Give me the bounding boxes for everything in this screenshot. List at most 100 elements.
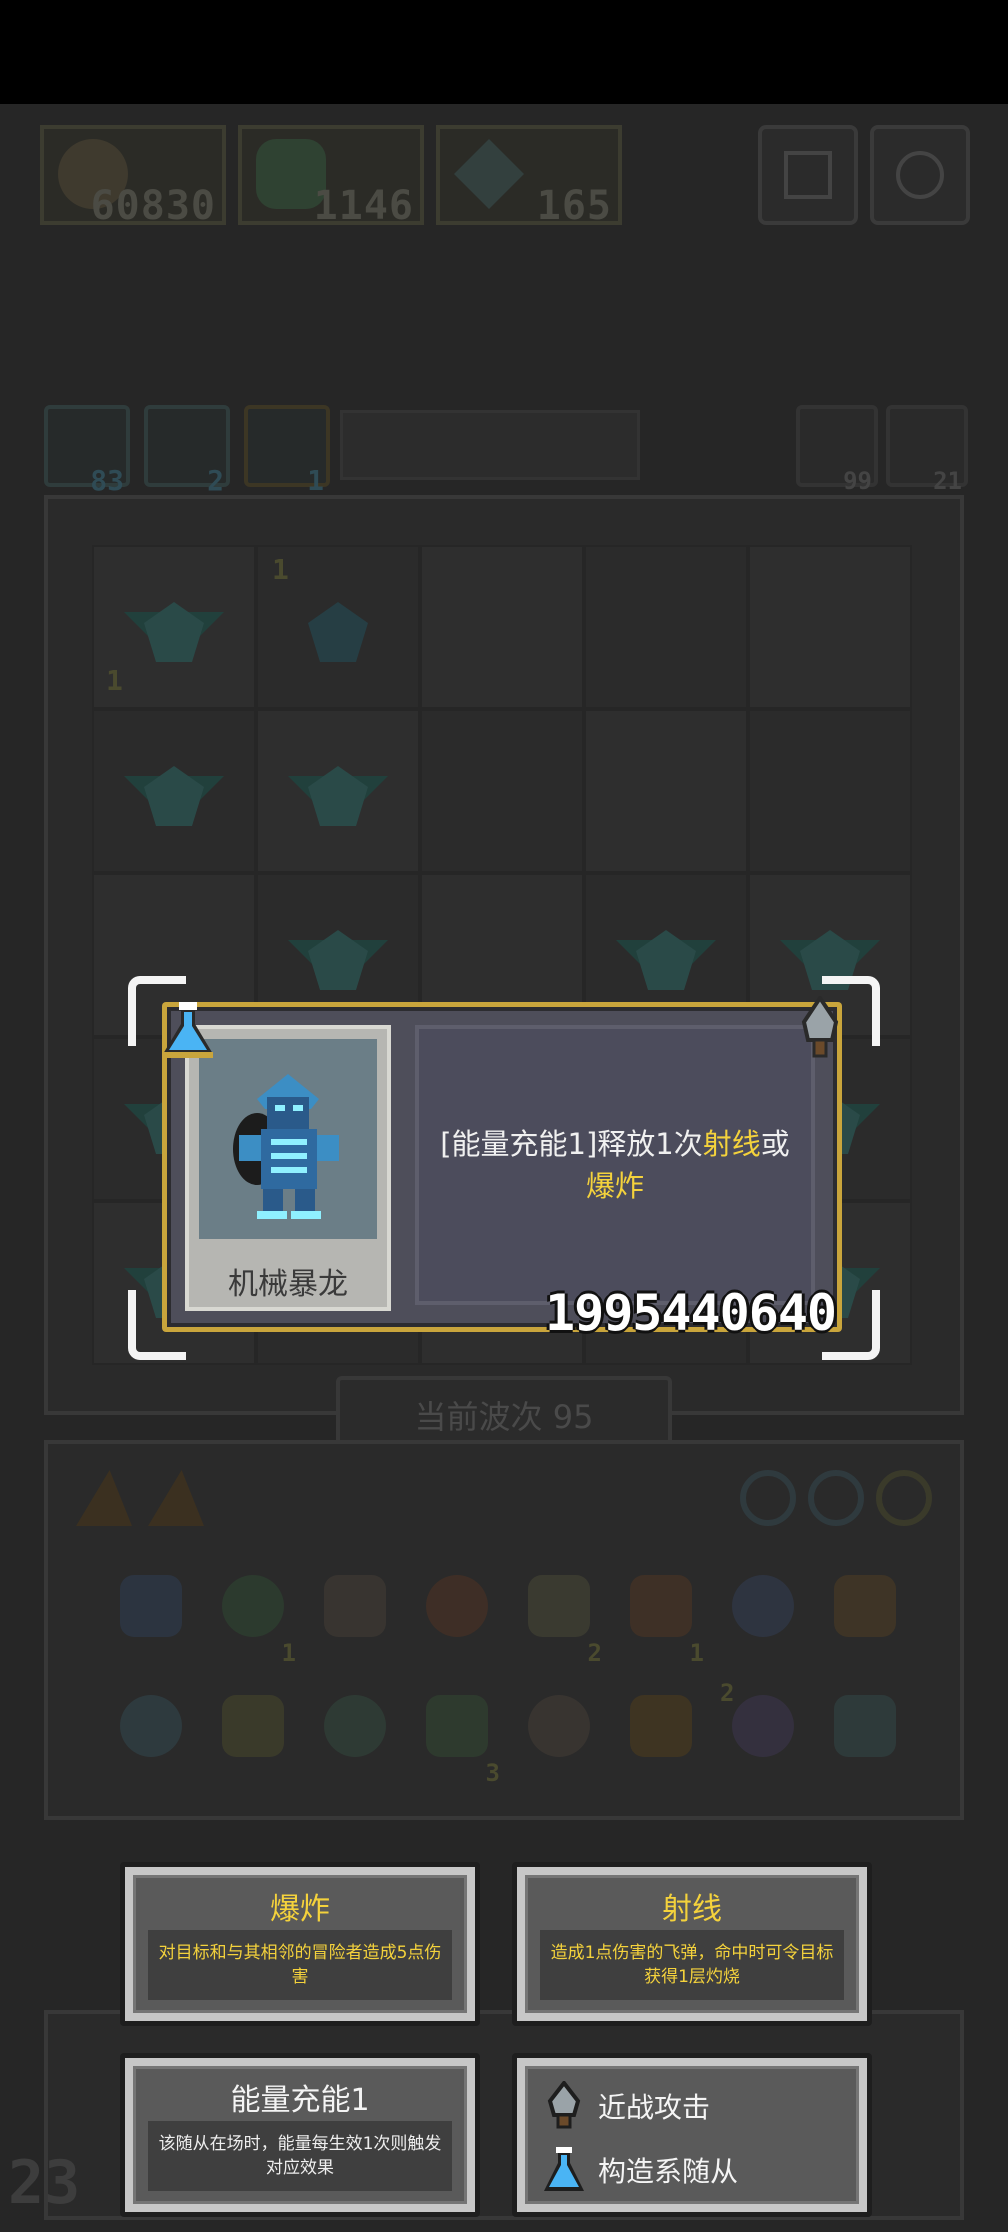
cell-count: 1 [106, 664, 123, 697]
menu-icon [784, 151, 832, 199]
bag-icon [426, 1575, 488, 1637]
item-slot[interactable]: 2 [712, 1675, 814, 1795]
item-slot[interactable] [814, 1675, 916, 1795]
item-slot[interactable] [814, 1555, 916, 1675]
item-slot[interactable] [610, 1675, 712, 1795]
board-cell[interactable] [748, 709, 912, 873]
item-slot[interactable]: 3 [406, 1675, 508, 1795]
board-cell[interactable] [420, 709, 584, 873]
tag-melee: 近战攻击 [547, 2081, 711, 2131]
shield-icon [120, 1575, 182, 1637]
item-count: 2 [587, 1639, 602, 1667]
gold-count: 60830 [90, 183, 216, 229]
item-slot[interactable] [304, 1675, 406, 1795]
wing-icon [454, 139, 524, 209]
keyword-title: 能量充能1 [230, 2083, 370, 2118]
basket-icon [834, 1695, 896, 1757]
bottle-icon [324, 1695, 386, 1757]
settings-button[interactable] [870, 125, 970, 225]
item-count: 1 [281, 1639, 296, 1667]
item-slot[interactable] [100, 1675, 202, 1795]
hammer-icon [324, 1575, 386, 1637]
board-cell[interactable]: 1 [256, 545, 420, 709]
bird-unit-icon [288, 910, 388, 1000]
skill-slot-a[interactable]: 83 [44, 405, 130, 497]
keyword-title: 爆炸 [270, 1892, 330, 1927]
keyword-desc: 对目标和与其相邻的冒险者造成5点伤害 [148, 1930, 452, 2000]
keyword-energy-box: 能量充能1 该随从在场时，能量每生效1次则触发对应效果 [120, 2053, 480, 2217]
tag-construct-label: 构造系随从 [598, 2155, 739, 2188]
board-cell[interactable] [584, 709, 748, 873]
item-count: 3 [485, 1759, 500, 1787]
fox-icon [630, 1575, 692, 1637]
inventory-tabs [60, 1460, 940, 1540]
item-slot[interactable]: 2 [508, 1555, 610, 1675]
item-count: 1 [689, 1639, 704, 1667]
keyword-title: 射线 [662, 1892, 722, 1927]
wing-count: 165 [536, 183, 612, 229]
gem-count: 1146 [313, 183, 414, 229]
skill-b-count: 2 [207, 464, 224, 497]
keyword-explosion-box: 爆炸 对目标和与其相邻的冒险者造成5点伤害 [120, 1862, 480, 2026]
filter-c-icon[interactable] [876, 1470, 932, 1526]
item-slot[interactable] [202, 1675, 304, 1795]
unit-tags-box: 近战攻击 构造系随从 [512, 2053, 872, 2217]
item-slot[interactable] [100, 1555, 202, 1675]
tab-a-icon[interactable] [76, 1470, 132, 1526]
flask-icon [834, 1575, 896, 1637]
desc-text: [能量充能1]释放1次 [440, 1127, 703, 1161]
sword-icon [801, 996, 839, 1058]
desc-keyword-ray: 射线 [702, 1127, 761, 1161]
wing-resource: 165 [436, 125, 622, 229]
menu-button[interactable] [758, 125, 858, 225]
home-count: 99 [843, 467, 872, 495]
tab-b-icon[interactable] [148, 1470, 204, 1526]
flask-icon [544, 2147, 584, 2191]
gear-icon [896, 151, 944, 199]
inventory-items: 1 2 1 3 2 [100, 1555, 920, 1795]
flower-icon [732, 1695, 794, 1757]
bird-unit-icon [616, 910, 716, 1000]
unit-detail-card[interactable]: 机械暴龙 [能量充能1]释放1次射线或 爆炸 [162, 1002, 842, 1332]
filter-b-icon[interactable] [808, 1470, 864, 1526]
item-slot[interactable] [406, 1555, 508, 1675]
item-slot[interactable] [712, 1555, 814, 1675]
bird-unit-icon [124, 746, 224, 836]
skill-c-count: 1 [307, 464, 324, 497]
board-cell[interactable] [420, 545, 584, 709]
item-slot[interactable] [304, 1555, 406, 1675]
crystal-unit-icon [288, 582, 388, 672]
board-cell[interactable]: 1 [92, 545, 256, 709]
desc-text: 或 [760, 1127, 790, 1161]
armor-icon [222, 1695, 284, 1757]
board-cell[interactable] [92, 709, 256, 873]
orb-icon [528, 1695, 590, 1757]
skill-slot-b[interactable]: 2 [144, 405, 230, 497]
unit-code: 1995440640 [545, 1284, 837, 1342]
board-cell[interactable] [584, 545, 748, 709]
board-cell[interactable] [748, 545, 912, 709]
keyword-ray-box: 射线 造成1点伤害的飞弹，命中时可令目标获得1层灼烧 [512, 1862, 872, 2026]
unit-name: 机械暴龙 [228, 1267, 348, 1302]
horn-icon [630, 1695, 692, 1757]
item-slot[interactable]: 1 [610, 1555, 712, 1675]
item-slot[interactable] [508, 1675, 610, 1795]
item-slot[interactable]: 1 [202, 1555, 304, 1675]
green-flask-icon [426, 1695, 488, 1757]
sword-icon [547, 2081, 581, 2129]
potion-icon [732, 1575, 794, 1637]
filter-a-icon[interactable] [740, 1470, 796, 1526]
tag-melee-label: 近战攻击 [598, 2091, 711, 2124]
energy-button[interactable]: 21 [886, 405, 968, 495]
cell-count: 1 [272, 553, 289, 586]
board-cell[interactable] [256, 709, 420, 873]
keyword-desc: 该随从在场时，能量每生效1次则触发对应效果 [148, 2121, 452, 2191]
energy-count: 21 [933, 467, 962, 495]
mech-dragon-image [199, 1039, 377, 1239]
dragon-unit-icon [124, 582, 224, 672]
home-button[interactable]: 99 [796, 405, 878, 495]
skill-slot-c[interactable]: 1 [244, 405, 330, 497]
item-count: 2 [720, 1679, 735, 1707]
tag-construct: 构造系随从 [544, 2145, 739, 2195]
status-bar [0, 0, 1008, 104]
